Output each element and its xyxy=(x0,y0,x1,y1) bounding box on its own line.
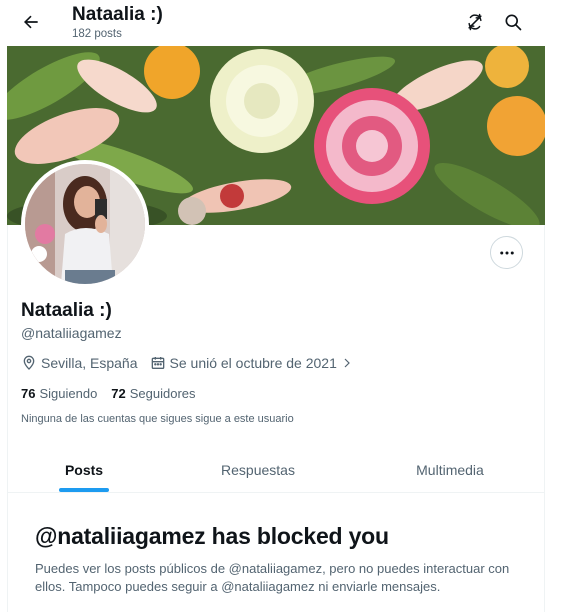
tab-posts[interactable]: Posts xyxy=(29,446,139,493)
arrow-left-icon xyxy=(24,15,38,29)
tab-respuestas[interactable]: Respuestas xyxy=(203,446,313,493)
profile-tabs: Posts Respuestas Multimedia xyxy=(7,446,545,493)
followers-you-know-note: Ninguna de las cuentas que sigues sigue … xyxy=(21,413,294,425)
followers-count: 72 xyxy=(111,386,126,401)
profile-meta: Sevilla, España Se unió el octubre de 20… xyxy=(21,354,365,372)
location-pin-icon xyxy=(21,355,37,371)
header-title: Nataalia :) xyxy=(72,4,163,25)
back-button[interactable] xyxy=(19,10,43,34)
search-button[interactable] xyxy=(501,10,525,34)
blocked-title: @nataliiagamez has blocked you xyxy=(35,523,389,549)
more-horizontal-icon xyxy=(499,251,514,254)
location-text: Sevilla, España xyxy=(41,355,138,371)
follow-stats: 76 Siguiendo 72 Seguidores xyxy=(21,386,210,401)
search-icon xyxy=(505,14,522,31)
following-link[interactable]: 76 Siguiendo xyxy=(21,386,97,401)
following-label: Siguiendo xyxy=(39,386,98,401)
refresh-button[interactable] xyxy=(463,10,487,34)
blocked-message: Puedes ver los posts públicos de @natali… xyxy=(35,561,510,594)
followers-link[interactable]: 72 Seguidores xyxy=(111,386,195,401)
calendar-icon xyxy=(150,355,166,371)
tab-multimedia[interactable]: Multimedia xyxy=(395,446,505,493)
chevron-right-icon xyxy=(341,357,353,369)
top-bar: Nataalia :) 182 posts xyxy=(7,0,545,46)
location: Sevilla, España xyxy=(21,355,138,371)
profile-page: Nataalia :) 182 posts Nataalia:) @natal… xyxy=(0,0,561,612)
joined-text: Se unió el octubre de 2021 xyxy=(169,355,337,371)
followers-label: Seguidores xyxy=(129,386,196,401)
joined-date[interactable]: Se unió el octubre de 2021 xyxy=(150,355,353,371)
profile-name: Nataalia :) xyxy=(21,300,112,321)
avatar-photo xyxy=(25,164,145,284)
more-button[interactable] xyxy=(490,236,523,269)
following-count: 76 xyxy=(21,386,36,401)
active-tab-indicator xyxy=(59,488,109,492)
avatar[interactable] xyxy=(21,160,149,288)
posts-count: 182 posts xyxy=(72,28,122,40)
refresh-icon xyxy=(468,13,482,31)
profile-handle: @nataliiagamez xyxy=(21,325,122,341)
